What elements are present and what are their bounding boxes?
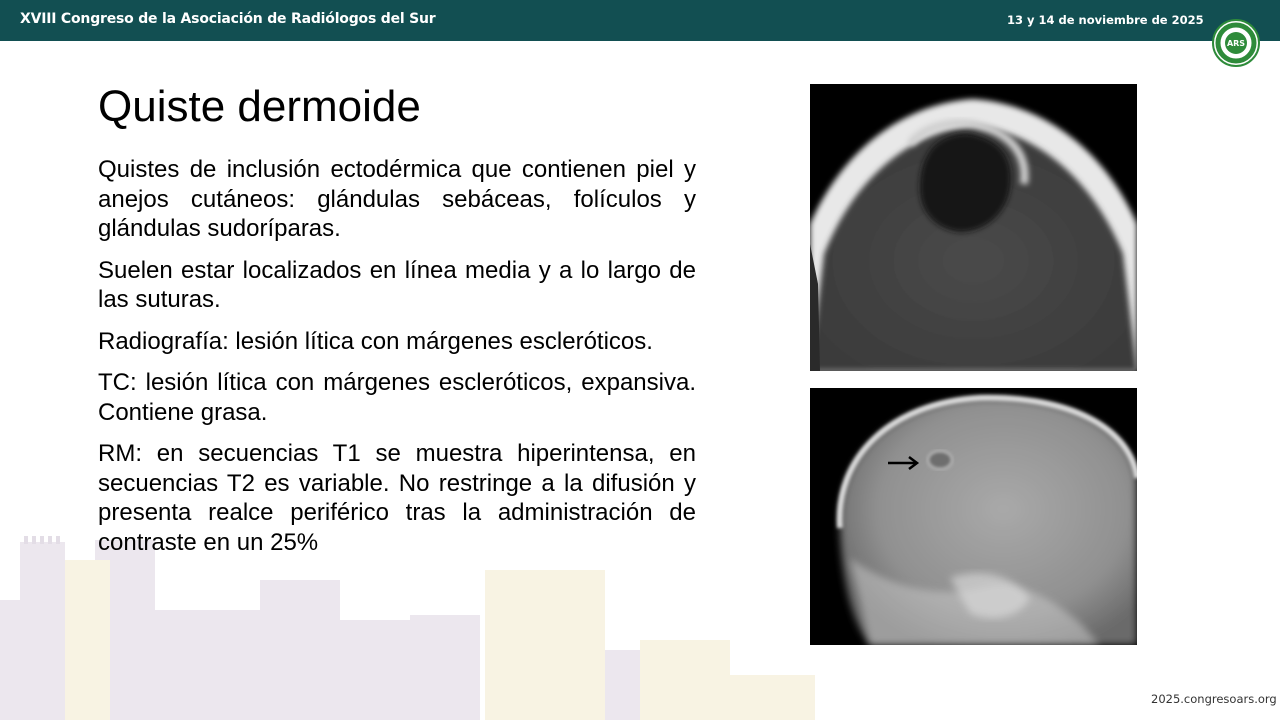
paragraph-radiography: Radiografía: lesión lítica con márgenes … [98,327,653,355]
ct-scan-image [810,84,1137,371]
congress-website-url: 2025.congresoars.org [1151,692,1277,706]
slide-body: Quistes de inclusión ectodérmica que con… [98,155,696,569]
congress-title: XVIII Congreso de la Asociación de Radió… [20,11,436,27]
slide-title: Quiste dermoide [98,82,421,131]
congress-date: 13 y 14 de noviembre de 2025 [1007,13,1204,27]
paragraph-ct: TC: lesión lítica con márgenes escleróti… [98,369,696,426]
paragraph-mri: RM: en secuencias T1 se muestra hiperint… [98,440,696,556]
paragraph-definition: Quistes de inclusión ectodérmica que con… [98,156,696,242]
logo-text: ARS [1227,39,1245,48]
ars-logo: ARS [1212,19,1260,67]
header-bar: XVIII Congreso de la Asociación de Radió… [0,0,1280,41]
paragraph-location: Suelen estar localizados en línea media … [98,256,696,314]
skull-xray-image [810,388,1137,645]
